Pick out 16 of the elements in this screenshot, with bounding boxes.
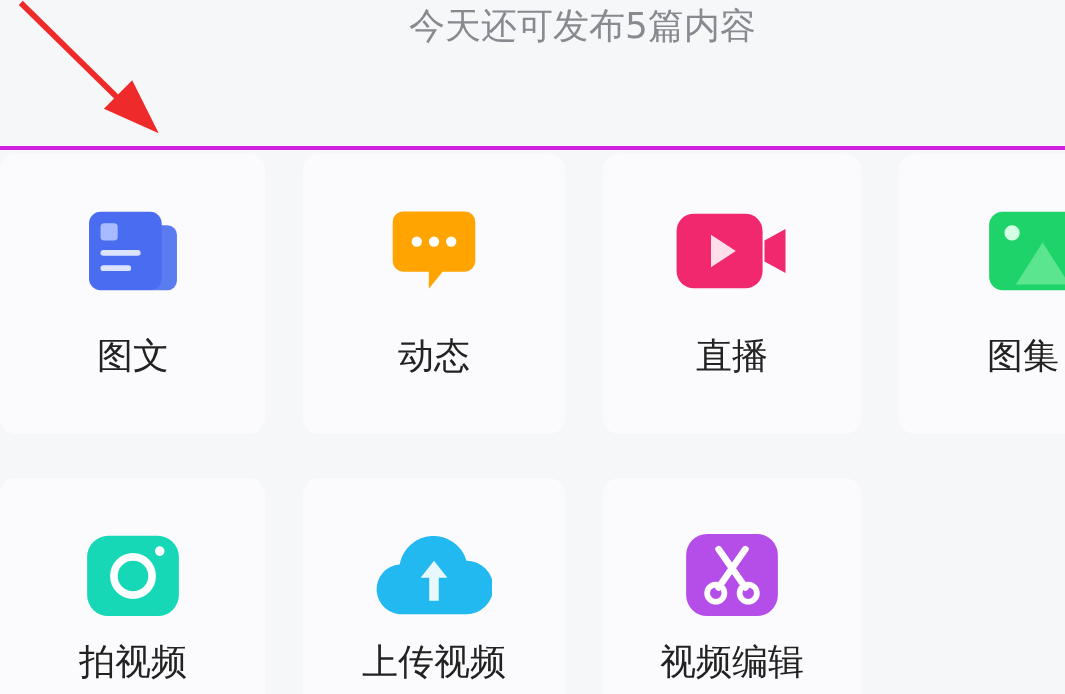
publish-option[interactable]: 上传视频: [303, 478, 565, 694]
option-label: 上传视频: [362, 640, 506, 684]
publish-option[interactable]: 视频编辑: [603, 478, 861, 694]
option-label: 拍视频: [78, 640, 187, 684]
publish-option[interactable]: 动态: [303, 154, 565, 434]
publish-option[interactable]: 直播: [603, 154, 861, 434]
publish-option[interactable]: 图集: [899, 154, 1065, 434]
option-label: 动态: [398, 334, 470, 378]
scissors-icon: [684, 532, 780, 618]
option-label: 直播: [696, 334, 768, 378]
publish-option[interactable]: 图文: [0, 154, 265, 434]
option-label: 视频编辑: [660, 640, 804, 684]
option-label: 图集: [987, 334, 1059, 378]
option-label: 图文: [96, 334, 169, 378]
publish-option[interactable]: 拍视频: [0, 478, 265, 694]
quota-text: 今天还可发布5篇内容: [409, 4, 756, 48]
